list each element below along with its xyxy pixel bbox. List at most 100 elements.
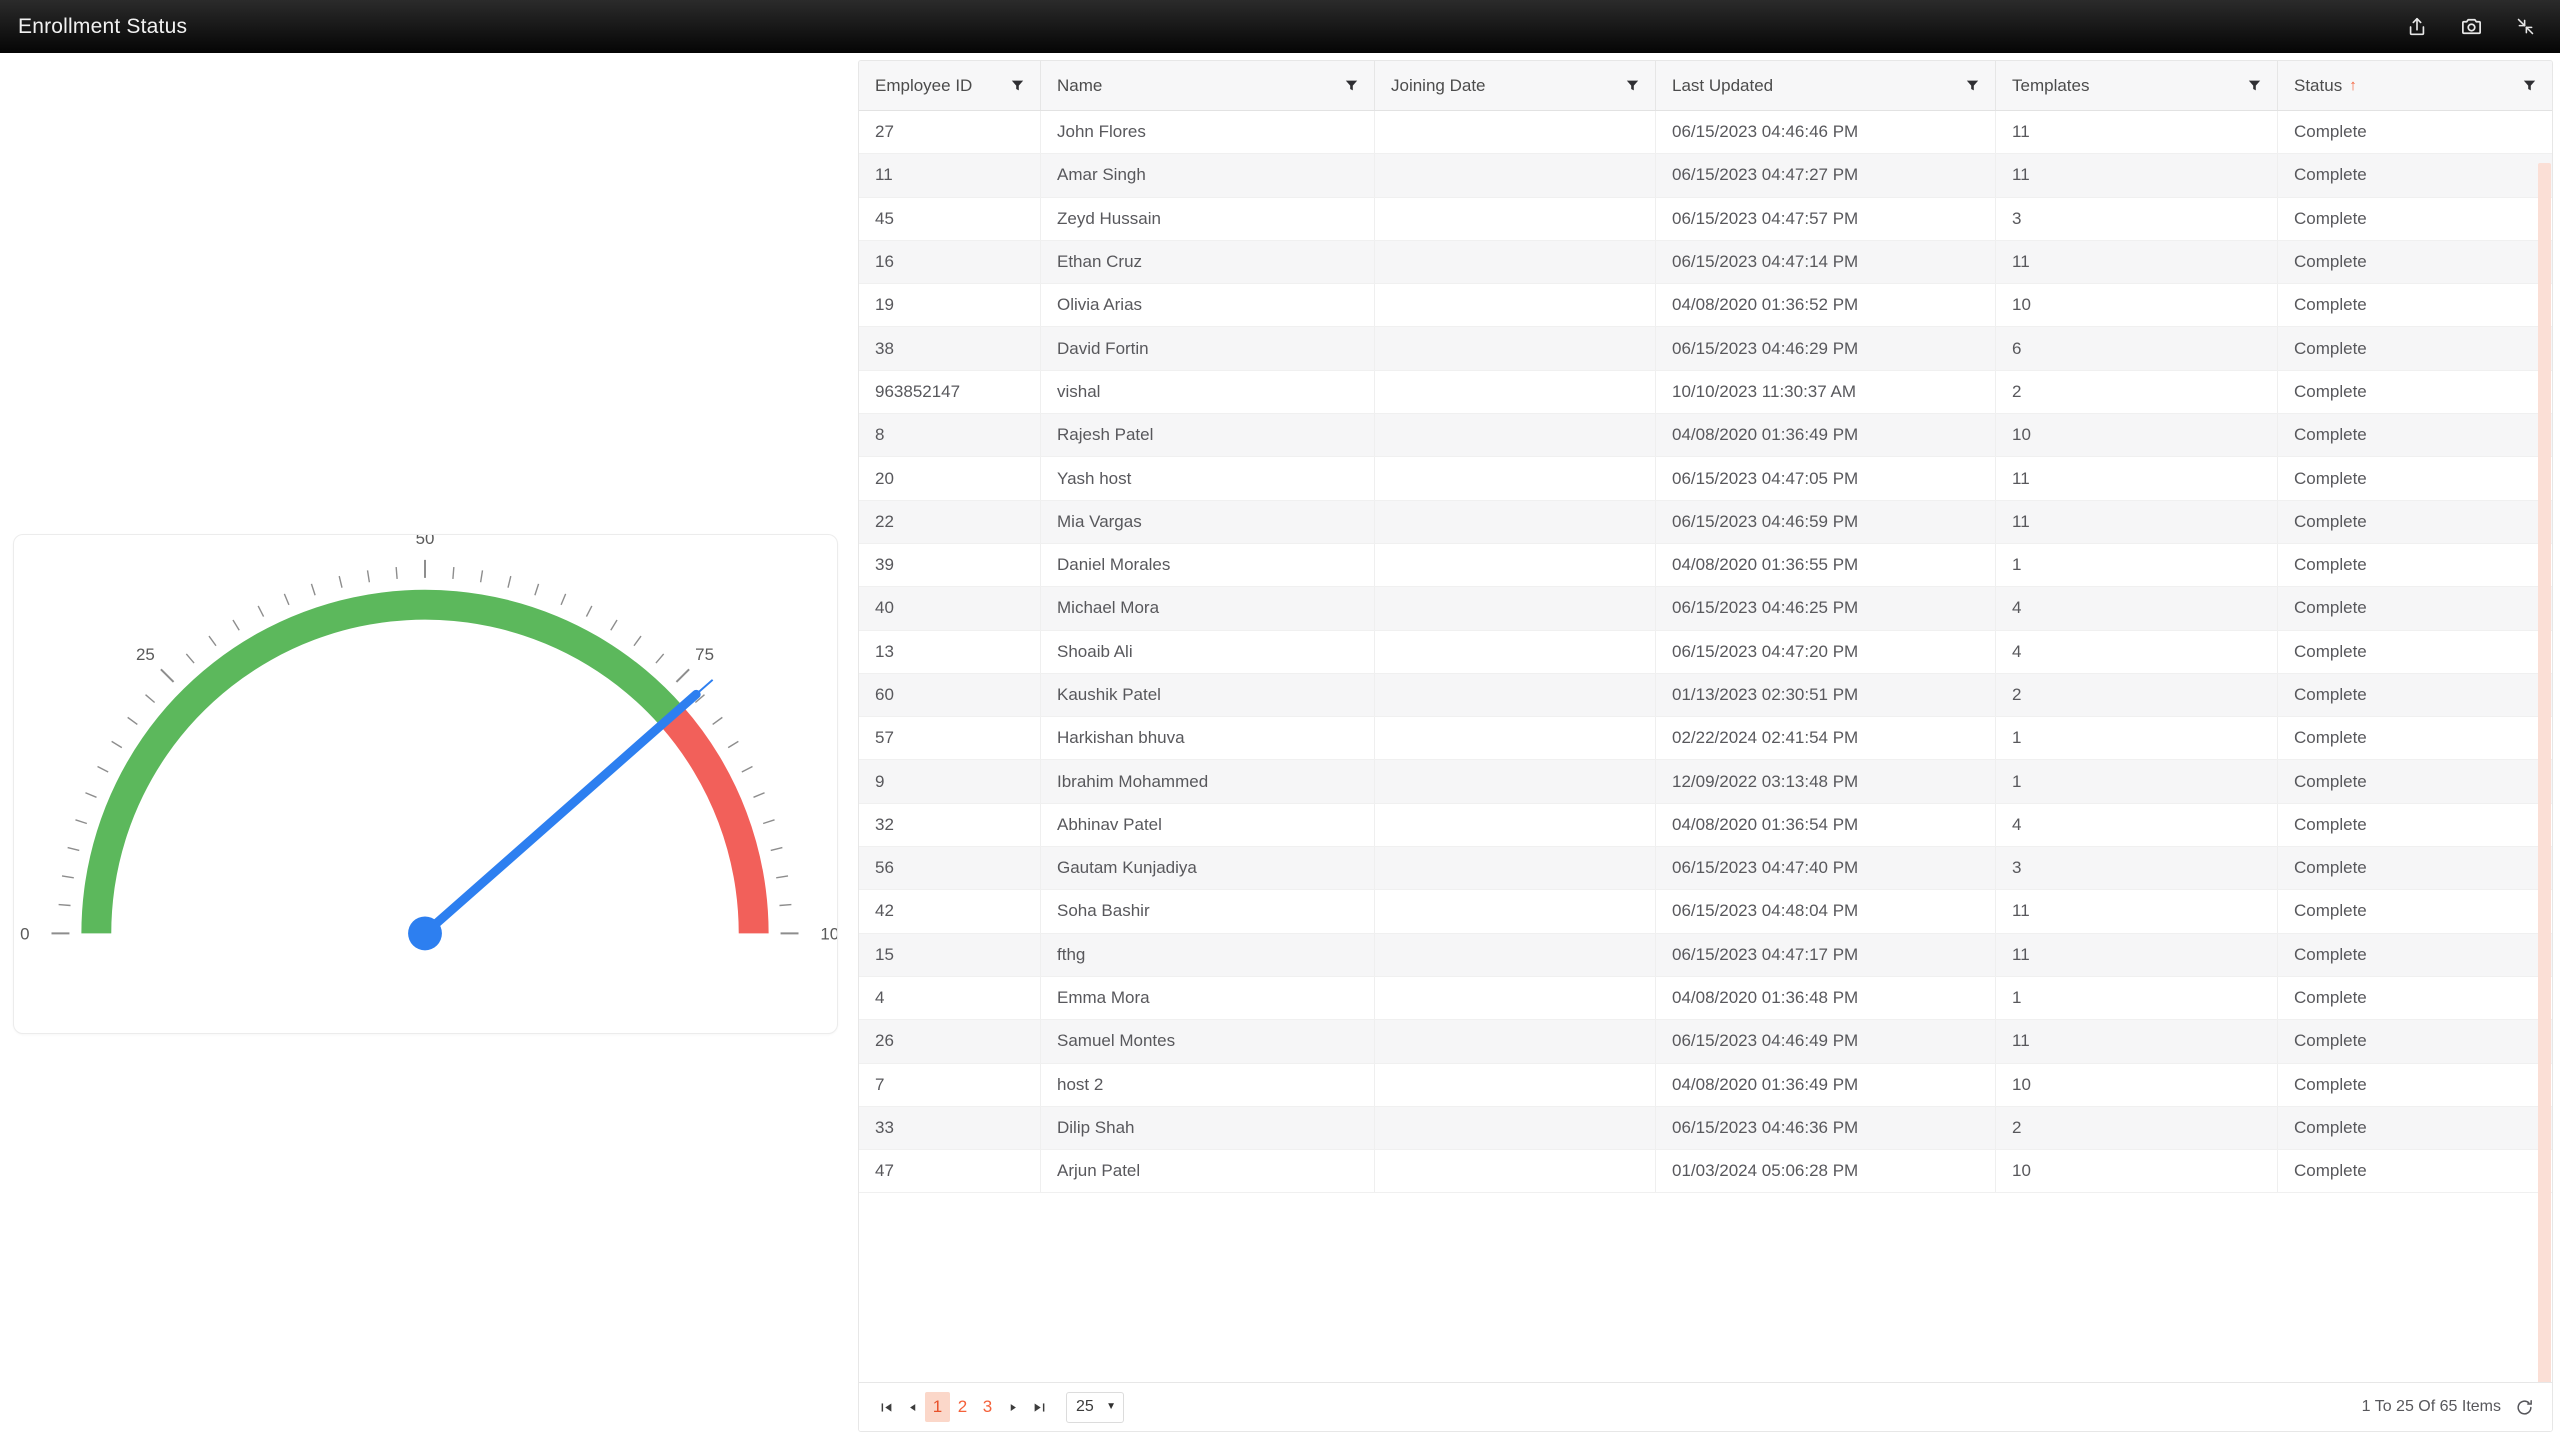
cell-joining-date bbox=[1375, 414, 1656, 457]
cell-last-updated: 01/13/2023 02:30:51 PM bbox=[1656, 673, 1996, 717]
cell-last-updated: 12/09/2022 03:13:48 PM bbox=[1656, 760, 1996, 803]
cell-templates: 3 bbox=[1996, 197, 2278, 240]
table-row[interactable]: 8 Rajesh Patel 04/08/2020 01:36:49 PM 10 Com… bbox=[859, 414, 2552, 458]
column-header-joining-date[interactable]: Joining Date bbox=[1375, 61, 1656, 110]
table-row[interactable]: 22 Mia Vargas 06/15/2023 04:46:59 PM 11 Comp… bbox=[859, 500, 2552, 544]
table-row[interactable]: 15 fthg 06/15/2023 04:47:17 PM 11 Complete bbox=[859, 933, 2552, 977]
table-row[interactable]: 57 Harkishan bhuva 02/22/2024 02:41:54 PM 1… bbox=[859, 717, 2552, 761]
gauge-minor-tick bbox=[507, 575, 512, 588]
gauge-minor-tick bbox=[127, 716, 138, 725]
share-export-icon[interactable] bbox=[2404, 14, 2430, 40]
gauge-tick-label: 25 bbox=[136, 645, 155, 664]
cell-joining-date bbox=[1375, 673, 1656, 717]
page-size-value: 25 bbox=[1076, 1398, 1094, 1415]
table-row[interactable]: 45 Zeyd Hussain 06/15/2023 04:47:57 PM 3 Com… bbox=[859, 197, 2552, 241]
column-header-status[interactable]: Status ↑ bbox=[2278, 61, 2552, 110]
table-row[interactable]: 9 Ibrahim Mohammed 12/09/2022 03:13:48 PM 1… bbox=[859, 760, 2552, 804]
cell-employee-id: 19 bbox=[859, 284, 1041, 327]
camera-snapshot-icon[interactable] bbox=[2458, 14, 2484, 40]
filter-icon[interactable] bbox=[2248, 79, 2261, 92]
gauge-bands bbox=[81, 589, 769, 934]
vertical-scrollbar[interactable] bbox=[2538, 163, 2551, 1382]
table-row[interactable]: 38 David Fortin 06/15/2023 04:46:29 PM 6 Com… bbox=[859, 327, 2552, 371]
table-row[interactable]: 11 Amar Singh 06/15/2023 04:47:27 PM 11 Comp… bbox=[859, 154, 2552, 198]
refresh-icon[interactable] bbox=[2515, 1398, 2534, 1417]
table-row[interactable]: 19 Olivia Arias 04/08/2020 01:36:52 PM 10 Co… bbox=[859, 284, 2552, 328]
gauge-minor-tick bbox=[534, 583, 540, 596]
table-row[interactable]: 60 Kaushik Patel 01/13/2023 02:30:51 PM 2 Co… bbox=[859, 673, 2552, 718]
gauge-minor-tick bbox=[145, 694, 156, 704]
table-row[interactable]: 42 Soha Bashir 06/15/2023 04:48:04 PM 11 Com… bbox=[859, 890, 2552, 934]
last-page-button[interactable] bbox=[1026, 1392, 1052, 1422]
table-row[interactable]: 39 Daniel Morales 04/08/2020 01:36:55 PM 1 C… bbox=[859, 543, 2552, 588]
table-header-row: Employee ID Name Joining Date Last Updated T… bbox=[859, 61, 2552, 111]
gauge-minor-tick bbox=[67, 846, 80, 852]
gauge-band-red bbox=[660, 706, 769, 934]
cell-last-updated: 06/15/2023 04:46:46 PM bbox=[1656, 111, 1996, 154]
cell-templates: 10 bbox=[1996, 284, 2278, 327]
app-title-bar: Enrollment Status bbox=[0, 0, 2560, 53]
column-header-label: Name bbox=[1057, 76, 1102, 96]
table-row[interactable]: 40 Michael Mora 06/15/2023 04:46:25 PM 4 Com… bbox=[859, 587, 2552, 631]
column-header-templates[interactable]: Templates bbox=[1996, 61, 2278, 110]
cell-status: Complete bbox=[2294, 338, 2367, 358]
cell-last-updated: 06/15/2023 04:47:05 PM bbox=[1656, 457, 1996, 500]
page-button-2[interactable]: 2 bbox=[950, 1392, 975, 1422]
cell-last-updated: 04/08/2020 01:36:54 PM bbox=[1656, 803, 1996, 847]
cell-status: Complete bbox=[2294, 771, 2367, 791]
gauge-minor-tick bbox=[61, 875, 74, 879]
enrollment-data-grid: Employee ID Name Joining Date Last Updated T… bbox=[858, 60, 2553, 1432]
cell-joining-date bbox=[1375, 803, 1656, 847]
cell-status: Complete bbox=[2294, 988, 2367, 1008]
gauge-minor-tick bbox=[585, 605, 593, 617]
filter-icon[interactable] bbox=[2523, 79, 2536, 92]
cell-name: Ibrahim Mohammed bbox=[1041, 760, 1375, 803]
table-row[interactable]: 27 John Flores 06/15/2023 04:46:46 PM 11 Com… bbox=[859, 111, 2552, 155]
cell-status: Complete bbox=[2294, 468, 2367, 488]
table-row[interactable]: 4 Emma Mora 04/08/2020 01:36:48 PM 1 Complet… bbox=[859, 976, 2552, 1021]
table-row[interactable]: 32 Abhinav Patel 04/08/2020 01:36:54 PM 4 Co… bbox=[859, 803, 2552, 848]
table-row[interactable]: 33 Dilip Shah 06/15/2023 04:46:36 PM 2 Compl… bbox=[859, 1106, 2552, 1151]
table-row[interactable]: 13 Shoaib Ali 06/15/2023 04:47:20 PM 4 Compl… bbox=[859, 630, 2552, 674]
cell-status: Complete bbox=[2294, 685, 2367, 704]
cell-name: Emma Mora bbox=[1041, 976, 1375, 1020]
cell-templates: 10 bbox=[1996, 414, 2278, 457]
column-header-employee-id[interactable]: Employee ID bbox=[859, 61, 1041, 110]
filter-icon[interactable] bbox=[1345, 79, 1358, 92]
table-row[interactable]: 47 Arjun Patel 01/03/2024 05:06:28 PM 10 Com… bbox=[859, 1150, 2552, 1194]
cell-status: Complete bbox=[2294, 511, 2367, 531]
cell-employee-id: 39 bbox=[859, 543, 1041, 587]
page-button-1[interactable]: 1 bbox=[925, 1392, 950, 1422]
cell-status: Complete bbox=[2294, 252, 2367, 272]
page-title: Enrollment Status bbox=[18, 14, 188, 38]
table-row[interactable]: 56 Gautam Kunjadiya 06/15/2023 04:47:40 PM… bbox=[859, 847, 2552, 891]
page-size-select[interactable]: 25 ▼ bbox=[1066, 1391, 1124, 1423]
cell-last-updated: 06/15/2023 04:47:27 PM bbox=[1656, 154, 1996, 197]
table-row[interactable]: 20 Yash host 06/15/2023 04:47:05 PM 11 Compl… bbox=[859, 457, 2552, 501]
collapse-icon[interactable] bbox=[2512, 14, 2538, 40]
table-row[interactable]: 26 Samuel Montes 06/15/2023 04:46:49 PM 11 C… bbox=[859, 1020, 2552, 1064]
page-button-3[interactable]: 3 bbox=[975, 1392, 1000, 1422]
first-page-button[interactable] bbox=[873, 1392, 899, 1422]
filter-icon[interactable] bbox=[1011, 79, 1024, 92]
cell-employee-id: 27 bbox=[859, 111, 1041, 154]
column-header-name[interactable]: Name bbox=[1041, 61, 1375, 110]
cell-joining-date bbox=[1375, 1150, 1656, 1193]
cell-last-updated: 06/15/2023 04:47:14 PM bbox=[1656, 240, 1996, 284]
filter-icon[interactable] bbox=[1626, 79, 1639, 92]
sort-ascending-icon[interactable]: ↑ bbox=[2349, 78, 2357, 93]
cell-employee-id: 8 bbox=[859, 414, 1041, 457]
table-row[interactable]: 7 host 2 04/08/2020 01:36:49 PM 10 Complete bbox=[859, 1063, 2552, 1107]
gauge-minor-tick bbox=[395, 566, 398, 579]
column-title: Joining Date bbox=[1391, 75, 1486, 95]
column-header-last-updated[interactable]: Last Updated bbox=[1656, 61, 1996, 110]
gauge-minor-tick bbox=[727, 740, 739, 749]
prev-page-button[interactable] bbox=[899, 1392, 925, 1422]
cell-status: Complete bbox=[2294, 858, 2367, 878]
next-page-button[interactable] bbox=[1000, 1392, 1026, 1422]
filter-icon[interactable] bbox=[1966, 79, 1979, 92]
table-body-viewport: 27 John Flores 06/15/2023 04:46:46 PM 11 Com… bbox=[859, 111, 2552, 1382]
table-row[interactable]: 963852147 vishal 10/10/2023 11:30:37 AM 2 Co… bbox=[859, 370, 2552, 415]
table-row[interactable]: 16 Ethan Cruz 06/15/2023 04:47:14 PM 11 Comp… bbox=[859, 240, 2552, 285]
cell-templates: 11 bbox=[1996, 500, 2278, 543]
